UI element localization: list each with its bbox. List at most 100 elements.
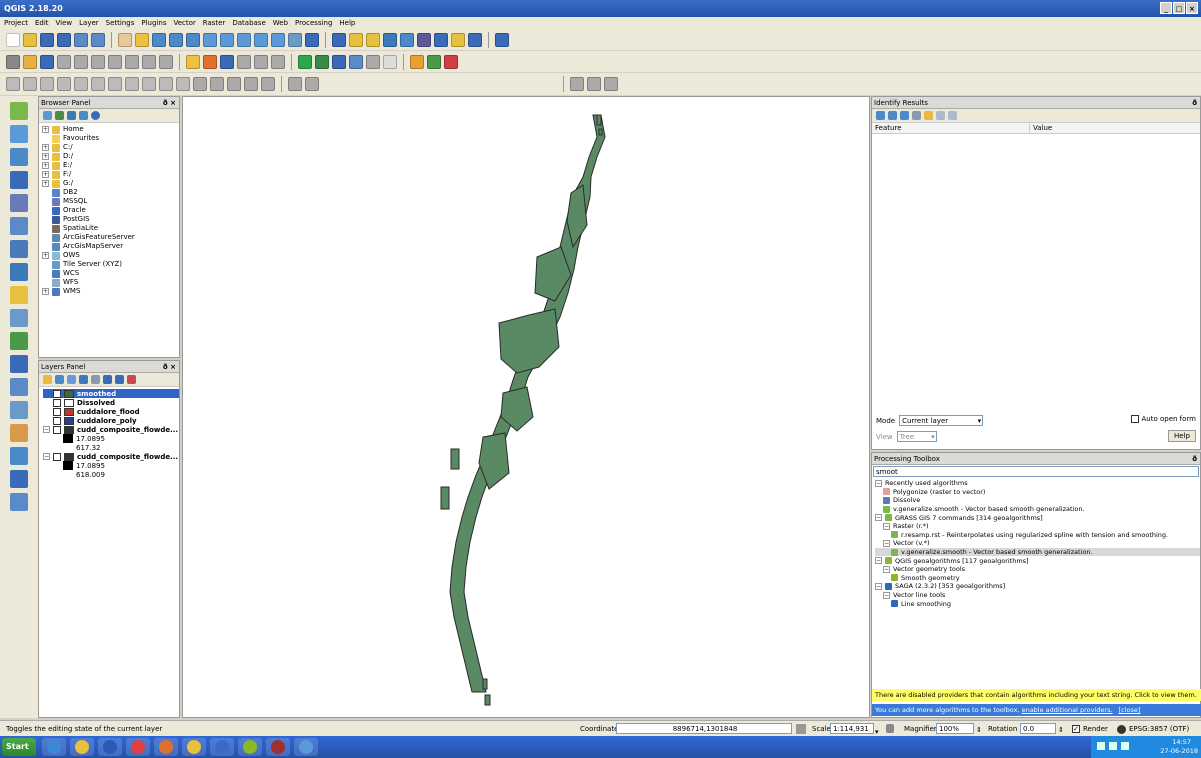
highlight-labels-icon[interactable] xyxy=(220,54,234,69)
help-button[interactable]: Help xyxy=(1168,430,1196,442)
label-tool-icon[interactable] xyxy=(186,54,200,69)
move-label-icon[interactable] xyxy=(237,54,251,69)
expand-icon[interactable]: + xyxy=(42,171,49,178)
start-button[interactable]: Start xyxy=(2,738,36,756)
digitize-11-icon[interactable] xyxy=(176,77,190,91)
move-feature-icon[interactable] xyxy=(74,54,88,69)
add-virtual-icon[interactable] xyxy=(10,332,28,350)
digitize-1-icon[interactable] xyxy=(6,77,20,91)
teamviewer-icon[interactable] xyxy=(98,738,122,756)
coordinate-field[interactable]: 8896714,1301848 xyxy=(616,723,792,734)
menu-edit[interactable]: Edit xyxy=(35,17,49,29)
collapse-icon[interactable]: − xyxy=(875,514,882,522)
algorithm-item[interactable]: − SAGA (2.3.2) [353 geoalgorithms] xyxy=(875,582,1200,591)
panel-close-icon[interactable]: ð × xyxy=(163,361,176,373)
refresh-icon[interactable] xyxy=(305,32,319,47)
layer-item[interactable]: Dissolved xyxy=(43,398,179,407)
browser-item[interactable]: Favourites xyxy=(42,134,179,143)
algorithm-item[interactable]: Polygonize (raster to vector) xyxy=(875,488,1200,497)
algorithm-item[interactable]: − Vector (v.*) xyxy=(875,539,1200,548)
volume-icon[interactable] xyxy=(1109,742,1117,750)
commit-icon[interactable] xyxy=(266,738,290,756)
shape-icon[interactable] xyxy=(444,54,458,69)
menu-help[interactable]: Help xyxy=(339,17,355,29)
close-banner-link[interactable]: [close] xyxy=(1119,706,1141,714)
menu-layer[interactable]: Layer xyxy=(79,17,99,29)
python-console-icon[interactable] xyxy=(298,54,312,69)
expand-icon[interactable]: + xyxy=(42,180,49,187)
collapse-icon[interactable]: − xyxy=(43,426,50,433)
measure-icon[interactable] xyxy=(434,32,448,47)
flood-fragment[interactable] xyxy=(598,128,603,136)
algorithm-item[interactable]: Line smoothing xyxy=(875,599,1200,608)
browser-item[interactable]: + OWS xyxy=(42,251,179,260)
digitize-3-icon[interactable] xyxy=(40,77,54,91)
add-feature-icon[interactable] xyxy=(57,54,71,69)
enable-providers-link[interactable]: enable additional providers. xyxy=(1022,706,1113,714)
ruler-icon[interactable] xyxy=(305,77,319,91)
collapse-icon[interactable]: − xyxy=(875,557,882,565)
menu-processing[interactable]: Processing xyxy=(295,17,332,29)
folder-icon[interactable] xyxy=(182,738,206,756)
collapse-icon[interactable]: − xyxy=(883,539,890,547)
algorithm-item[interactable]: − Vector line tools xyxy=(875,591,1200,600)
collapse-icon[interactable]: − xyxy=(883,565,890,573)
column-feature[interactable]: Feature xyxy=(872,123,1030,133)
expand-icon[interactable]: + xyxy=(42,144,49,151)
copy-icon[interactable] xyxy=(924,111,933,120)
language-icon[interactable] xyxy=(1121,742,1129,750)
expand-icon[interactable]: + xyxy=(42,126,49,133)
style-icon[interactable] xyxy=(43,375,52,384)
browser-item[interactable]: + F:/ xyxy=(42,170,179,179)
remove-layer-icon[interactable] xyxy=(127,375,136,384)
add-raster-icon[interactable] xyxy=(10,125,28,143)
digitize-15-icon[interactable] xyxy=(244,77,258,91)
algorithm-item[interactable]: − Raster (r.*) xyxy=(875,522,1200,531)
network-icon[interactable] xyxy=(1097,742,1105,750)
rotate-label-icon[interactable] xyxy=(254,54,268,69)
window-icon[interactable] xyxy=(294,738,318,756)
layer-style-icon[interactable] xyxy=(349,54,363,69)
algorithm-item[interactable]: r.resamp.rst - Reinterpolates using regu… xyxy=(875,531,1200,540)
browser-item[interactable]: Oracle xyxy=(42,206,179,215)
save-as-icon[interactable] xyxy=(57,32,71,47)
add-selected-icon[interactable] xyxy=(43,111,52,120)
browser-item[interactable]: ArcGisMapServer xyxy=(42,242,179,251)
algorithm-item[interactable]: Dissolve xyxy=(875,496,1200,505)
pan-icon[interactable] xyxy=(118,32,132,47)
menu-view[interactable]: View xyxy=(56,17,73,29)
map-canvas[interactable] xyxy=(182,96,870,718)
snap-3-icon[interactable] xyxy=(604,77,618,91)
browser-item[interactable]: + E:/ xyxy=(42,161,179,170)
menu-project[interactable]: Project xyxy=(4,17,28,29)
browser-item[interactable]: + D:/ xyxy=(42,152,179,161)
digitize-14-icon[interactable] xyxy=(227,77,241,91)
annotation-icon[interactable] xyxy=(451,32,465,47)
browser-item[interactable]: + Home xyxy=(42,125,179,134)
layer-item[interactable]: ✓ smoothed xyxy=(43,389,179,398)
statistics-icon[interactable] xyxy=(417,32,431,47)
menu-plugins[interactable]: Plugins xyxy=(141,17,166,29)
collapse-icon[interactable]: − xyxy=(883,522,890,530)
algorithm-item[interactable]: Smooth geometry xyxy=(875,574,1200,583)
save-project-icon[interactable] xyxy=(40,32,54,47)
toggle-editing-icon[interactable] xyxy=(23,54,37,69)
manage-map-themes-icon[interactable] xyxy=(67,375,76,384)
add-oracle-icon[interactable] xyxy=(10,240,28,258)
layer-symbol-icon[interactable] xyxy=(64,425,74,434)
node-tool-icon[interactable] xyxy=(91,54,105,69)
zoom-in-icon[interactable] xyxy=(152,32,166,47)
add-spatialite-icon[interactable] xyxy=(10,194,28,212)
browser-item[interactable]: Tile Server (XYZ) xyxy=(42,260,179,269)
snap-1-icon[interactable] xyxy=(570,77,584,91)
layer-item[interactable]: cuddalore_flood xyxy=(43,407,179,416)
expand-new-icon[interactable] xyxy=(900,111,909,120)
collapse-icon[interactable]: − xyxy=(875,582,882,590)
open-attribute-table-icon[interactable] xyxy=(383,32,397,47)
add-xyz-icon[interactable] xyxy=(10,401,28,419)
zoom-native-icon[interactable] xyxy=(186,32,200,47)
refresh-icon[interactable] xyxy=(55,111,64,120)
flood-fragment[interactable] xyxy=(596,114,602,126)
layer-visibility-checkbox[interactable] xyxy=(53,425,61,434)
identify-icon[interactable] xyxy=(332,32,346,47)
